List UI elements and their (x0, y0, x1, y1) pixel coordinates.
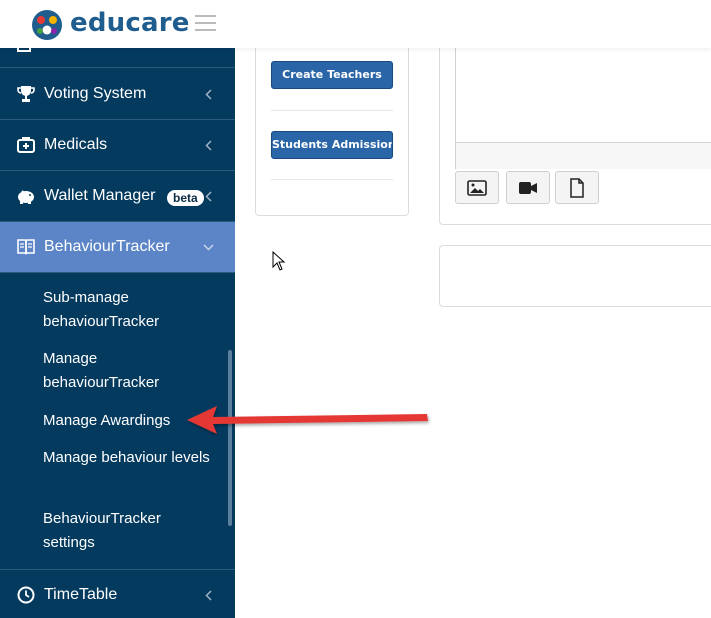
submenu-item-sub-manage-behaviourtracker[interactable]: Sub-manage behaviourTracker (43, 286, 213, 334)
top-header: educare (0, 0, 711, 48)
sidebar-item-label: Voting System (44, 85, 147, 102)
piggy-bank-icon (18, 190, 34, 204)
trophy-icon (17, 86, 35, 102)
beta-badge: beta (167, 190, 204, 206)
sidebar-item-partial[interactable] (0, 48, 235, 68)
sidebar-item-medicals[interactable]: Medicals (0, 120, 235, 171)
sidebar: Voting System Medicals Wallet Manager be… (0, 48, 235, 618)
chevron-left-icon (205, 140, 212, 151)
image-icon (467, 179, 487, 196)
file-icon (570, 177, 584, 198)
sidebar-item-voting-system[interactable]: Voting System (0, 69, 235, 120)
app-page: educare Voting System Medicals Wallet Ma… (0, 0, 711, 618)
video-icon (519, 181, 537, 194)
sidebar-item-behaviourtracker[interactable]: BehaviourTracker (0, 222, 235, 273)
editor-footer-bar (455, 142, 711, 169)
divider (271, 179, 393, 180)
educare-logo-icon[interactable] (31, 9, 63, 41)
sidebar-item-label: BehaviourTracker (44, 238, 170, 255)
attach-video-button[interactable] (506, 171, 550, 204)
sidebar-item-label: Wallet Manager (44, 187, 156, 204)
sidebar-item-label: Medicals (44, 136, 108, 153)
quick-actions-card (255, 30, 409, 216)
submenu-item-manage-behaviourtracker[interactable]: Manage behaviourTracker (43, 347, 213, 395)
attach-file-button[interactable] (555, 171, 599, 204)
annotation-arrow-icon (187, 406, 428, 434)
submenu-item-behaviourtracker-settings[interactable]: BehaviourTracker settings (43, 507, 213, 555)
chevron-left-icon (205, 89, 212, 100)
divider (271, 110, 393, 111)
sidebar-item-timetable[interactable]: TimeTable (0, 569, 235, 618)
medical-kit-icon (17, 137, 35, 153)
students-admission-button[interactable]: Students Admission (271, 131, 393, 159)
sidebar-item-label: TimeTable (44, 586, 118, 603)
book-icon (17, 239, 35, 255)
sidebar-item-wallet-manager[interactable]: Wallet Manager beta (0, 171, 235, 222)
hamburger-icon[interactable] (195, 15, 216, 32)
create-teachers-button[interactable]: Create Teachers (271, 61, 393, 89)
clock-icon (17, 586, 35, 604)
partial-item-icon (17, 48, 31, 52)
submenu-item-manage-behaviour-levels[interactable]: Manage behaviour levels (43, 446, 213, 470)
chevron-left-icon (205, 191, 212, 202)
brand-name[interactable]: educare (70, 8, 190, 38)
chevron-left-icon (205, 590, 212, 601)
chevron-down-icon (203, 244, 214, 251)
mouse-cursor-icon (272, 251, 286, 271)
attach-image-button[interactable] (455, 171, 499, 204)
content-card (439, 245, 711, 307)
